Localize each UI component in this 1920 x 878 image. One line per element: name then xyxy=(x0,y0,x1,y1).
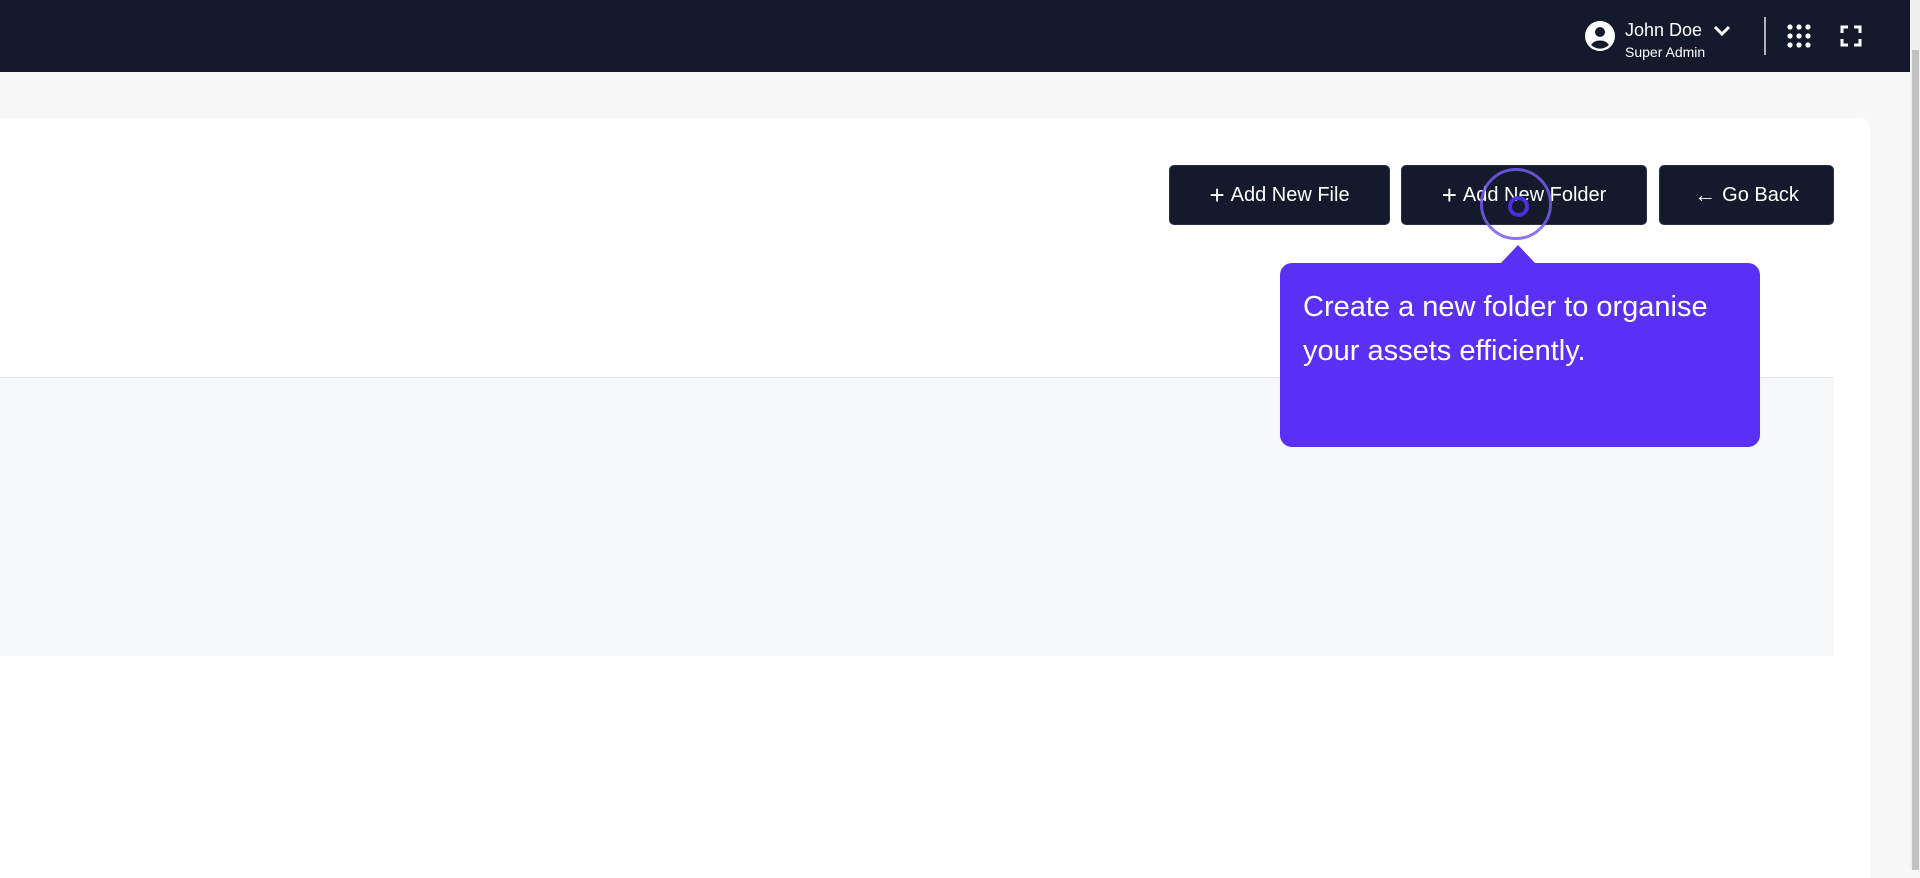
scrollbar-thumb[interactable] xyxy=(1912,50,1919,870)
chevron-down-icon[interactable] xyxy=(1712,24,1732,38)
click-highlight-dot xyxy=(1508,196,1529,217)
go-back-button[interactable]: ← Go Back xyxy=(1659,165,1834,225)
plus-icon: + xyxy=(1441,180,1457,210)
plus-icon: + xyxy=(1209,180,1225,210)
arrow-left-icon: ← xyxy=(1694,182,1717,207)
user-role: Super Admin xyxy=(1625,44,1706,60)
add-new-file-button[interactable]: + Add New File xyxy=(1169,165,1390,225)
go-back-label: Go Back xyxy=(1722,183,1799,206)
add-new-file-label: Add New File xyxy=(1230,183,1350,206)
user-name: John Doe xyxy=(1625,20,1703,40)
user-avatar-icon xyxy=(1585,21,1615,51)
tooltip-text: Create a new folder to organise your ass… xyxy=(1303,291,1708,367)
top-bar: John Doe Super Admin xyxy=(0,0,1910,72)
header-divider xyxy=(1764,17,1766,55)
tooltip-arrow xyxy=(1500,245,1536,264)
guide-tooltip: Create a new folder to organise your ass… xyxy=(1280,263,1760,447)
apps-grid-icon[interactable] xyxy=(1786,23,1812,49)
fullscreen-icon[interactable] xyxy=(1840,25,1862,47)
